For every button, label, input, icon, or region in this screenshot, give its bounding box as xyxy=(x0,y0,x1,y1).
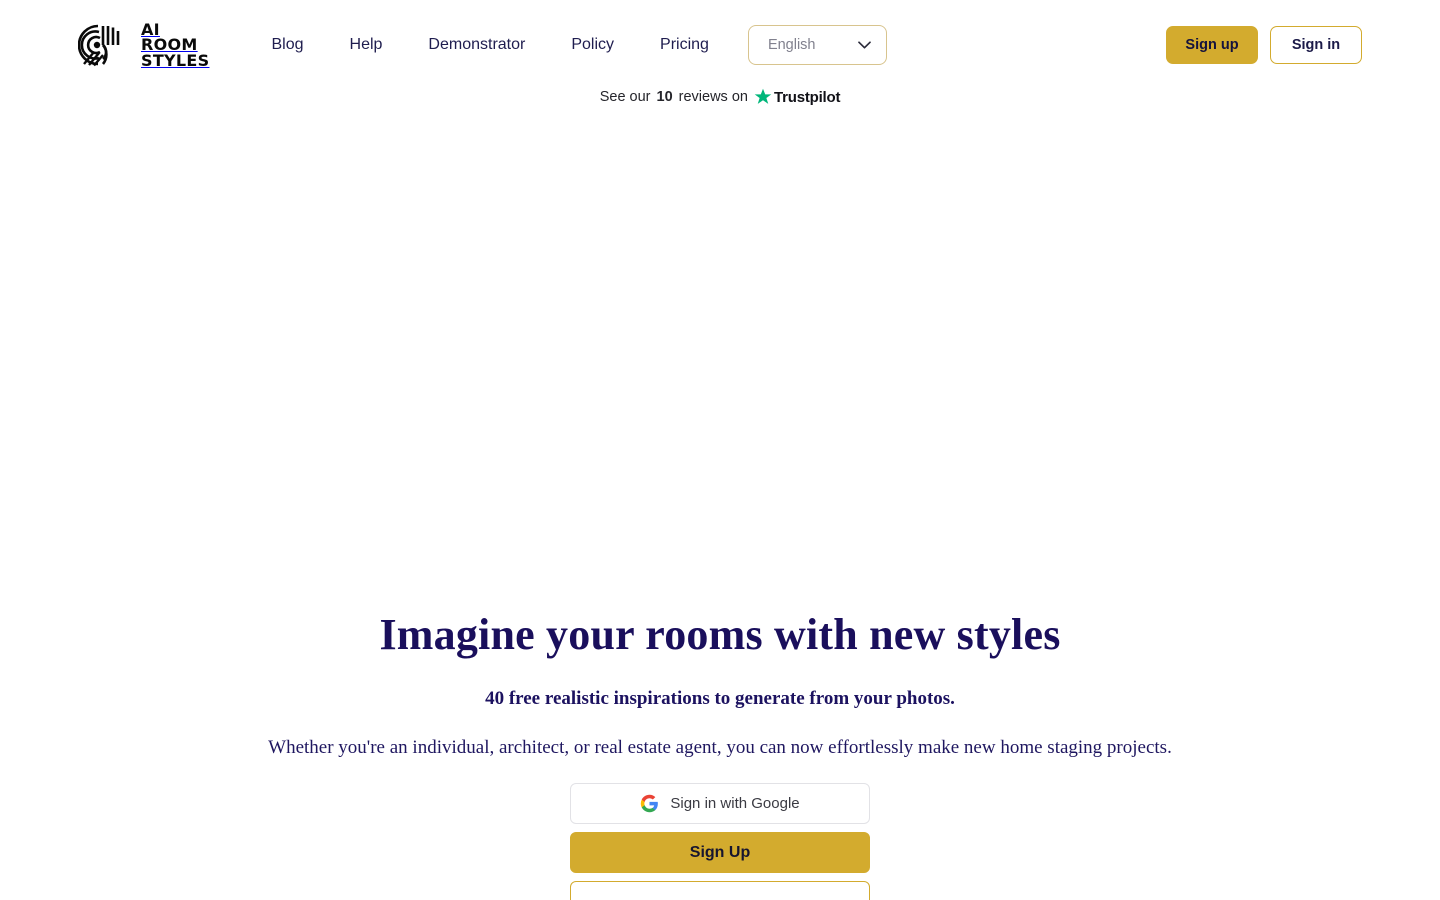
language-select[interactable]: English xyxy=(747,25,887,65)
hero-subtitle: 40 free realistic inspirations to genera… xyxy=(485,688,955,710)
hero-description: Whether you're an individual, architect,… xyxy=(268,737,1172,759)
logo-home-link[interactable]: AI ROOM STYLES xyxy=(78,18,209,72)
nav-link-help[interactable]: Help xyxy=(327,28,406,62)
spiral-logo-icon xyxy=(78,24,120,67)
google-g-icon xyxy=(641,795,659,813)
sign-in-button[interactable]: Sign in xyxy=(1270,26,1362,64)
page-title: Imagine your rooms with new styles xyxy=(379,610,1061,659)
trustpilot-middle-text: reviews on xyxy=(678,89,748,105)
hero-sign-up-button[interactable]: Sign Up xyxy=(570,832,870,874)
language-select-value: English xyxy=(767,37,816,53)
trustpilot-review-count: 10 xyxy=(656,89,673,105)
logo-word-styles: STYLES xyxy=(141,50,210,70)
hero-secondary-cta-button[interactable] xyxy=(570,881,870,900)
trustpilot-brand-name: Trustpilot xyxy=(773,88,841,106)
sign-up-button[interactable]: Sign up xyxy=(1166,26,1258,64)
hero-section: Imagine your rooms with new styles 40 fr… xyxy=(0,610,1440,900)
nav-link-blog[interactable]: Blog xyxy=(261,28,326,62)
logo-wordmark: AI ROOM STYLES xyxy=(141,22,210,70)
chevron-down-icon xyxy=(858,41,871,49)
sign-in-with-google-label: Sign in with Google xyxy=(670,795,800,813)
trustpilot-star-icon xyxy=(754,88,772,104)
logo-dot xyxy=(93,41,101,49)
nav-link-policy[interactable]: Policy xyxy=(548,28,637,62)
nav-link-pricing[interactable]: Pricing xyxy=(637,28,732,62)
hero-media-placeholder xyxy=(0,106,1440,611)
trustpilot-reviews-banner[interactable]: See our 10 reviews on Trustpilot xyxy=(0,88,1440,106)
auth-button-group: Sign up Sign in xyxy=(1166,26,1362,64)
cta-button-stack: Sign in with Google Sign Up xyxy=(570,783,870,900)
trustpilot-logo: Trustpilot xyxy=(754,88,840,106)
sign-in-with-google-button[interactable]: Sign in with Google xyxy=(570,783,870,825)
site-header: AI ROOM STYLES Blog Help Demonstrator Po… xyxy=(0,0,1440,90)
nav-link-demonstrator[interactable]: Demonstrator xyxy=(405,28,548,62)
primary-navigation: Blog Help Demonstrator Policy Pricing En… xyxy=(261,25,887,65)
trustpilot-prefix: See our xyxy=(599,89,651,105)
